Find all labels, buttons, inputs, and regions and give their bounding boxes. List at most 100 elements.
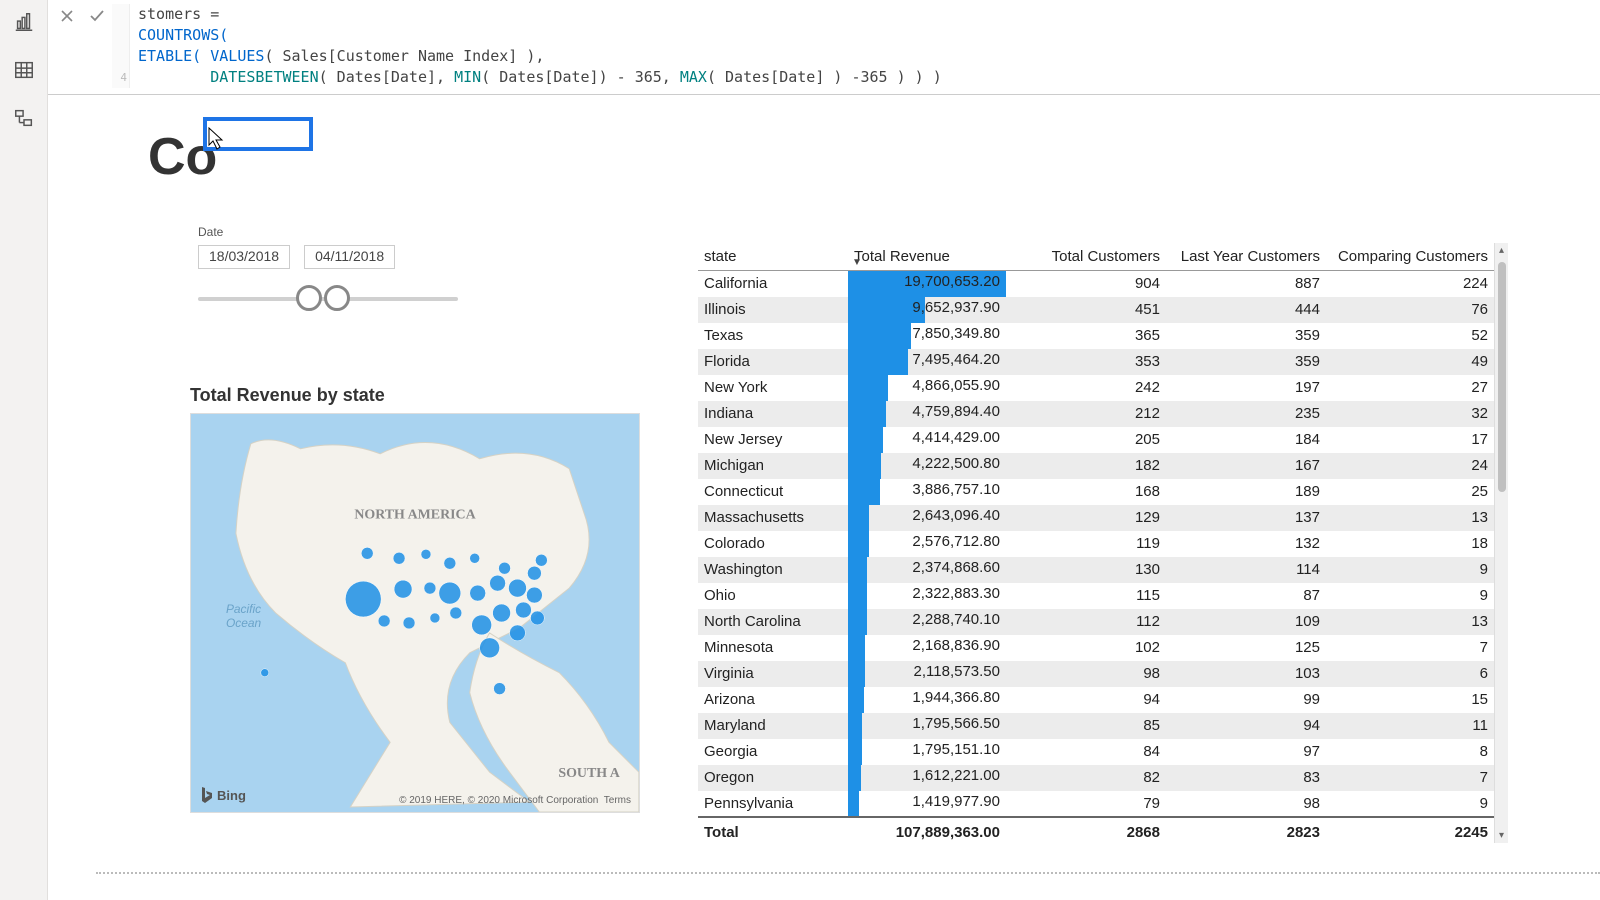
date-slider-handle-from[interactable] xyxy=(296,285,322,311)
table-row[interactable]: Texas7,850,349.8036535952 xyxy=(698,323,1494,349)
date-from-input[interactable]: 18/03/2018 xyxy=(198,245,290,269)
map-label-sa: SOUTH A xyxy=(558,766,620,781)
cell-last-year: 137 xyxy=(1166,505,1326,531)
formula-cancel-button[interactable] xyxy=(52,4,82,28)
cell-state: Indiana xyxy=(698,401,848,427)
cell-customers: 205 xyxy=(1006,427,1166,453)
revenue-map[interactable]: NORTH AMERICA SOUTH A Pacific Ocean xyxy=(190,413,640,813)
table-row[interactable]: Ohio2,322,883.30115879 xyxy=(698,583,1494,609)
scroll-thumb[interactable] xyxy=(1498,262,1506,492)
cell-revenue: 19,700,653.20 xyxy=(848,271,1006,297)
col-state[interactable]: state xyxy=(698,243,848,271)
table-scrollbar[interactable]: ▴ ▾ xyxy=(1494,243,1508,843)
table-row[interactable]: Florida7,495,464.2035335949 xyxy=(698,349,1494,375)
cell-last-year: 197 xyxy=(1166,375,1326,401)
cell-last-year: 109 xyxy=(1166,609,1326,635)
report-canvas[interactable]: Co Date 18/03/2018 04/11/2018 Total Reve… xyxy=(48,95,1600,900)
cell-last-year: 87 xyxy=(1166,583,1326,609)
col-last-year[interactable]: Last Year Customers xyxy=(1166,243,1326,271)
table-row[interactable]: Indiana4,759,894.4021223532 xyxy=(698,401,1494,427)
formula-text: ( Dates[Date], xyxy=(319,68,454,86)
cell-revenue: 2,288,740.10 xyxy=(848,609,1006,635)
scroll-down-icon[interactable]: ▾ xyxy=(1497,828,1506,843)
scroll-up-icon[interactable]: ▴ xyxy=(1497,243,1506,258)
table-row[interactable]: Oregon1,612,221.0082837 xyxy=(698,765,1494,791)
cell-revenue: 1,795,566.50 xyxy=(848,713,1006,739)
cell-last-year: 359 xyxy=(1166,323,1326,349)
cell-state: Massachusetts xyxy=(698,505,848,531)
check-icon xyxy=(88,7,106,25)
cell-customers: 94 xyxy=(1006,687,1166,713)
table-row[interactable]: Illinois9,652,937.9045144476 xyxy=(698,297,1494,323)
date-slicer-label: Date xyxy=(198,225,458,239)
cell-last-year: 132 xyxy=(1166,531,1326,557)
cell-comparing: 27 xyxy=(1326,375,1494,401)
cell-comparing: 9 xyxy=(1326,583,1494,609)
line-number: 4 xyxy=(114,67,127,88)
cell-last-year: 83 xyxy=(1166,765,1326,791)
table-row[interactable]: Washington2,374,868.601301149 xyxy=(698,557,1494,583)
col-revenue[interactable]: Total Revenue▼ xyxy=(848,243,1006,271)
table-row[interactable]: Virginia2,118,573.50981036 xyxy=(698,661,1494,687)
close-icon xyxy=(59,8,75,24)
table-row[interactable]: Minnesota2,168,836.901021257 xyxy=(698,635,1494,661)
cell-revenue: 1,612,221.00 xyxy=(848,765,1006,791)
map-title: Total Revenue by state xyxy=(190,385,385,406)
date-slider-handle-to[interactable] xyxy=(324,285,350,311)
cell-state: Texas xyxy=(698,323,848,349)
cursor-icon xyxy=(208,127,226,151)
cell-last-year: 887 xyxy=(1166,271,1326,297)
cell-state: Minnesota xyxy=(698,635,848,661)
mouse-cursor xyxy=(208,127,226,154)
table-row[interactable]: Maryland1,795,566.50859411 xyxy=(698,713,1494,739)
cell-state: Virginia xyxy=(698,661,848,687)
cell-state: California xyxy=(698,271,848,297)
formula-bar: 4 stomers = COUNTROWS( ETABLE( VALUES( S… xyxy=(48,0,1600,95)
cell-revenue: 2,643,096.40 xyxy=(848,505,1006,531)
sort-desc-icon: ▼ xyxy=(852,257,862,268)
cell-customers: 84 xyxy=(1006,739,1166,765)
cell-comparing: 25 xyxy=(1326,479,1494,505)
table-row[interactable]: North Carolina2,288,740.1011210913 xyxy=(698,609,1494,635)
cell-state: Washington xyxy=(698,557,848,583)
report-view-button[interactable] xyxy=(6,4,42,40)
table-row[interactable]: Georgia1,795,151.1084978 xyxy=(698,739,1494,765)
date-to-input[interactable]: 04/11/2018 xyxy=(304,245,395,269)
cell-comparing: 8 xyxy=(1326,739,1494,765)
cell-comparing: 13 xyxy=(1326,505,1494,531)
table-row[interactable]: Connecticut3,886,757.1016818925 xyxy=(698,479,1494,505)
table-row[interactable]: Michigan4,222,500.8018216724 xyxy=(698,453,1494,479)
data-view-button[interactable] xyxy=(6,52,42,88)
cell-state: Illinois xyxy=(698,297,848,323)
table-row[interactable]: New York4,866,055.9024219727 xyxy=(698,375,1494,401)
total-customers: 2868 xyxy=(1006,817,1166,843)
cell-customers: 119 xyxy=(1006,531,1166,557)
model-view-button[interactable] xyxy=(6,100,42,136)
table-row[interactable]: Colorado2,576,712.8011913218 xyxy=(698,531,1494,557)
cell-revenue: 1,795,151.10 xyxy=(848,739,1006,765)
table-row[interactable]: California19,700,653.20904887224 xyxy=(698,271,1494,297)
cell-comparing: 17 xyxy=(1326,427,1494,453)
cell-state: Connecticut xyxy=(698,479,848,505)
cell-state: Ohio xyxy=(698,583,848,609)
cell-comparing: 7 xyxy=(1326,635,1494,661)
col-comparing[interactable]: Comparing Customers xyxy=(1326,243,1494,271)
cell-last-year: 99 xyxy=(1166,687,1326,713)
map-terms-link[interactable]: Terms xyxy=(604,795,631,806)
cell-customers: 82 xyxy=(1006,765,1166,791)
cell-revenue: 3,886,757.10 xyxy=(848,479,1006,505)
revenue-table[interactable]: state Total Revenue▼ Total Customers Las… xyxy=(698,243,1508,843)
table-row[interactable]: Arizona1,944,366.80949915 xyxy=(698,687,1494,713)
table-row[interactable]: Massachusetts2,643,096.4012913713 xyxy=(698,505,1494,531)
col-customers[interactable]: Total Customers xyxy=(1006,243,1166,271)
date-slicer[interactable]: Date 18/03/2018 04/11/2018 xyxy=(198,225,458,301)
table-row[interactable]: New Jersey4,414,429.0020518417 xyxy=(698,427,1494,453)
cell-state: New Jersey xyxy=(698,427,848,453)
formula-editor[interactable]: stomers = COUNTROWS( ETABLE( VALUES( Sal… xyxy=(130,4,1596,88)
total-last-year: 2823 xyxy=(1166,817,1326,843)
formula-commit-button[interactable] xyxy=(82,4,112,28)
cell-customers: 102 xyxy=(1006,635,1166,661)
table-row[interactable]: Pennsylvania1,419,977.9079989 xyxy=(698,791,1494,817)
date-slider-track[interactable] xyxy=(198,297,458,301)
model-icon xyxy=(13,107,35,129)
